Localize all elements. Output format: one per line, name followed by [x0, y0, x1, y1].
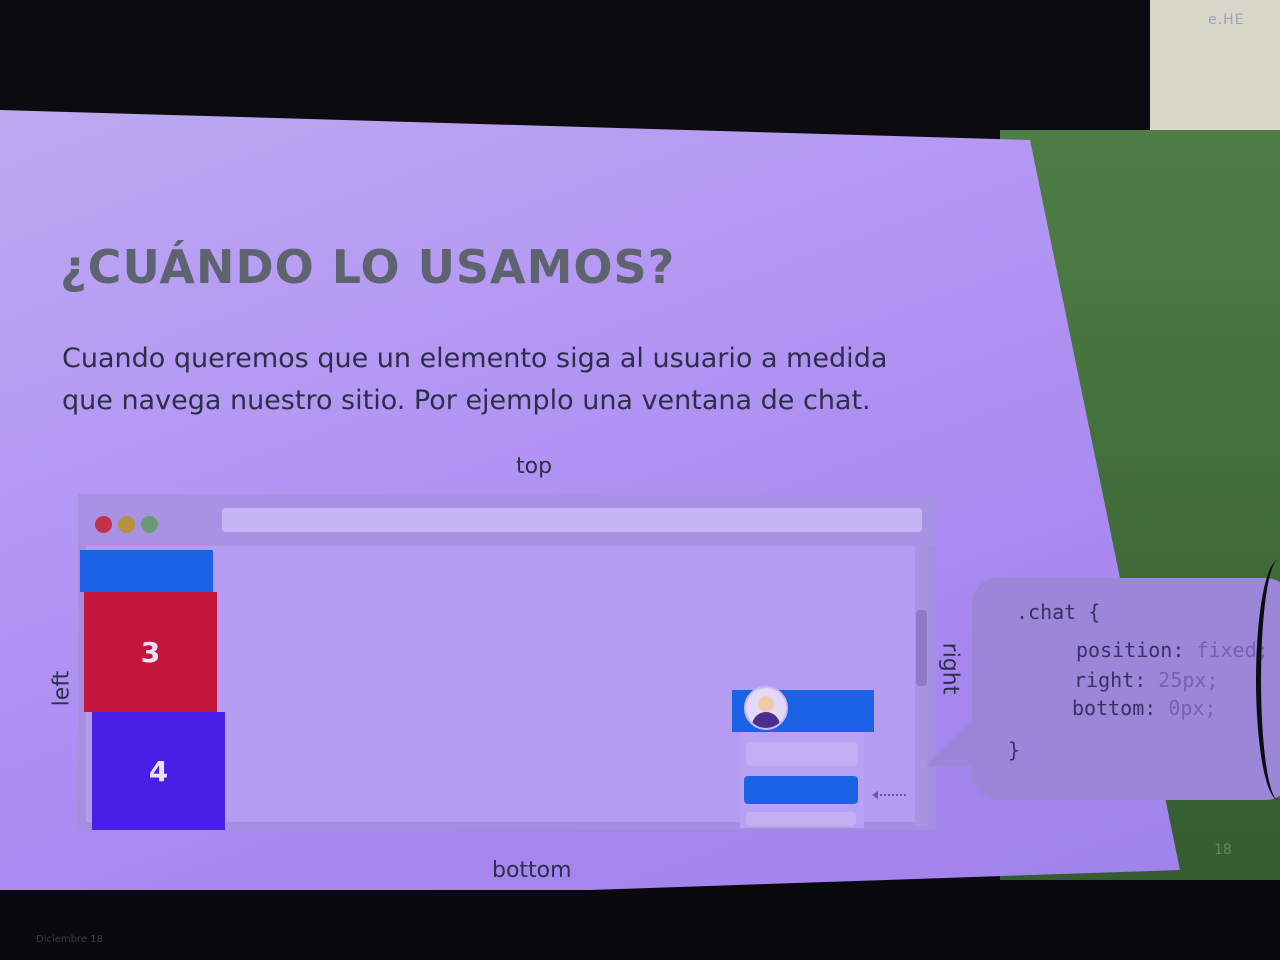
close-dot-icon [95, 516, 112, 533]
scrollbar-track [915, 546, 928, 826]
chat-message [746, 812, 856, 826]
stack-block-3: 3 [84, 592, 217, 712]
taskbar: Diciembre 18 [0, 930, 260, 950]
code-open: .chat { [1016, 600, 1101, 624]
chat-message [746, 742, 858, 766]
taskbar-date: Diciembre 18 [36, 934, 103, 945]
code-prop: position: [1076, 638, 1185, 662]
chat-message [744, 776, 858, 804]
stack-block-4: 4 [92, 712, 225, 830]
code-line-bottom: bottom: 0px; [1072, 696, 1217, 720]
slide-body-line: que navega nuestro sitio. Por ejemplo un… [62, 385, 871, 416]
arrow-head-icon [872, 791, 878, 799]
code-value: 25px; [1158, 668, 1219, 692]
code-line-right: right: 25px; [1074, 668, 1219, 692]
code-close: } [1008, 738, 1021, 762]
arrow-icon [876, 794, 906, 798]
avatar-icon [744, 686, 788, 730]
scrollbar-thumb [916, 610, 927, 686]
label-top: top [516, 454, 553, 479]
label-left: left [49, 670, 75, 707]
stack-block-blue [80, 550, 213, 592]
slide-body-line: Cuando queremos que un elemento siga al … [62, 343, 888, 374]
paper-note-text: e.HE [1208, 12, 1245, 28]
label-bottom: bottom [492, 858, 572, 883]
minimize-dot-icon [118, 516, 135, 533]
code-value: 0px; [1168, 696, 1217, 720]
slide-body: Cuando queremos que un elemento siga al … [62, 338, 992, 422]
code-prop: bottom: [1072, 696, 1157, 720]
code-prop: right: [1074, 668, 1147, 692]
label-right: right [937, 642, 963, 695]
code-bubble-pointer [926, 714, 978, 766]
slide-page-number: 18 [1214, 842, 1232, 858]
address-bar [222, 508, 922, 532]
maximize-dot-icon [141, 516, 158, 533]
code-line-position: position: fixed; [1076, 638, 1269, 662]
paper-note: e.HE [1150, 0, 1280, 142]
slide-title: ¿CUÁNDO LO USAMOS? [60, 240, 676, 294]
